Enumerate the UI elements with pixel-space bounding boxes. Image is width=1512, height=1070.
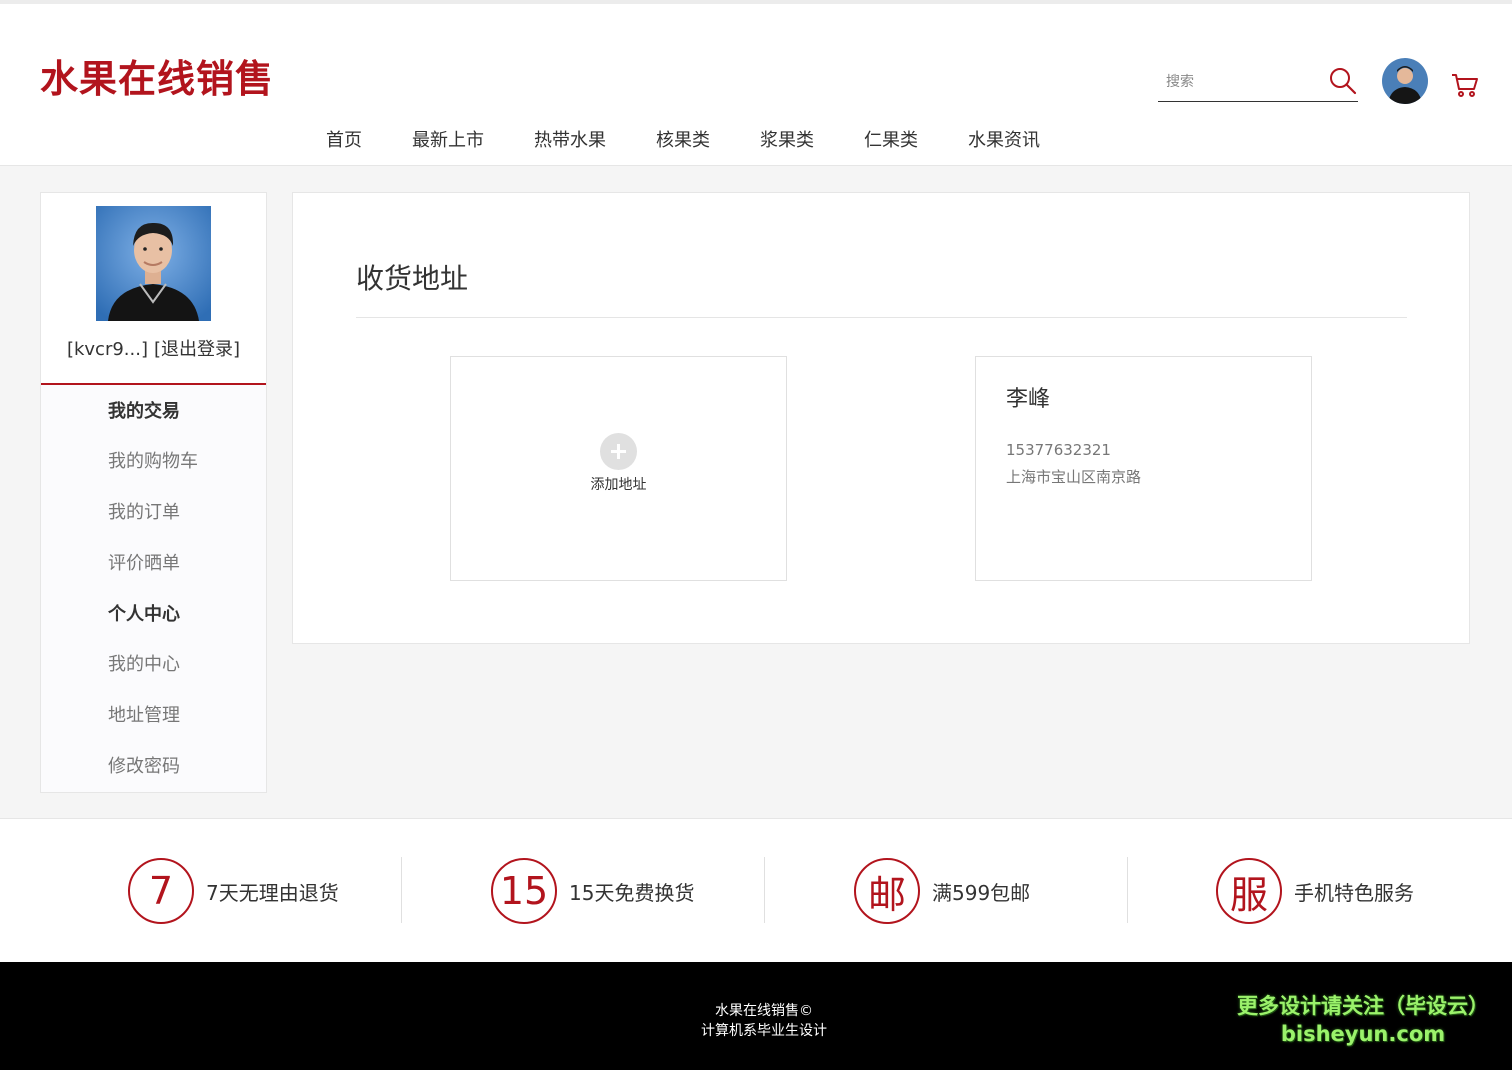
profile-card: [kvcr9...] [退出登录] (41, 193, 266, 385)
nav-berries[interactable]: 浆果类 (760, 126, 814, 152)
service-text: 7天无理由退货 (206, 880, 339, 905)
nav-pome[interactable]: 仁果类 (864, 126, 918, 152)
watermark: 更多设计请关注（毕设云） bisheyun.com (1228, 992, 1498, 1048)
service-text: 手机特色服务 (1294, 880, 1414, 905)
service-mobile: 服 手机特色服务 (1216, 857, 1414, 925)
header: 水果在线销售 首页 最新上市 热带水果 核果类 浆果类 仁果类 水果资讯 (0, 0, 1512, 166)
page-title: 收货地址 (356, 262, 469, 295)
user-avatar[interactable] (1382, 58, 1428, 104)
address-panel: 收货地址 添加地址 李峰 15377632321 上海市宝山区南京路 (292, 192, 1470, 644)
add-address-label: 添加地址 (590, 477, 647, 493)
mail-icon: 邮 (854, 858, 920, 924)
recipient-phone: 15377632321 (1006, 441, 1111, 459)
address-card[interactable]: 李峰 15377632321 上海市宝山区南京路 (975, 356, 1312, 581)
service-shipping: 邮 满599包邮 (854, 857, 1030, 925)
sidebar-item-orders[interactable]: 我的订单 (108, 499, 198, 550)
footer: 水果在线销售© 计算机系毕业生设计 更多设计请关注（毕设云） bisheyun.… (0, 962, 1512, 1070)
service-divider (1127, 857, 1128, 923)
nav-news[interactable]: 水果资讯 (968, 126, 1040, 152)
service-divider (764, 857, 765, 923)
search-icon[interactable] (1328, 66, 1358, 96)
plus-icon (600, 433, 637, 470)
search-input[interactable] (1166, 70, 1316, 94)
cart-icon[interactable] (1450, 70, 1480, 100)
nav-new-arrivals[interactable]: 最新上市 (412, 126, 484, 152)
username: [kvcr9...] (66, 339, 148, 360)
exchange-15day-icon: 15 (491, 858, 557, 924)
recipient-address: 上海市宝山区南京路 (1006, 468, 1142, 486)
nav-home[interactable]: 首页 (326, 126, 362, 152)
watermark-line2: bisheyun.com (1280, 1022, 1446, 1046)
profile-photo (96, 206, 211, 321)
service-exchange: 15 15天免费换货 (491, 857, 694, 925)
main-nav: 首页 最新上市 热带水果 核果类 浆果类 仁果类 水果资讯 (326, 126, 1090, 152)
sidebar-item-center[interactable]: 我的中心 (108, 651, 198, 702)
sidebar-item-cart[interactable]: 我的购物车 (108, 448, 198, 499)
watermark-line1: 更多设计请关注（毕设云） (1237, 994, 1489, 1018)
service-text: 满599包邮 (932, 880, 1031, 905)
recipient-name: 李峰 (1006, 387, 1051, 412)
menu-group-personal: 个人中心 (108, 604, 180, 625)
user-line: [kvcr9...] [退出登录] (41, 335, 266, 361)
title-divider (356, 317, 1407, 318)
sidebar-item-address[interactable]: 地址管理 (108, 702, 198, 753)
sidebar-menu: 我的交易 我的购物车 我的订单 评价晒单 个人中心 我的中心 地址管理 修改密码 (108, 398, 198, 804)
profile-photo-image (96, 206, 211, 321)
search-box (1158, 62, 1358, 102)
service-bar: 7 7天无理由退货 15 15天免费换货 邮 满599包邮 服 手机特色服务 (0, 818, 1512, 962)
avatar-image (1382, 58, 1428, 104)
sidebar: [kvcr9...] [退出登录] 我的交易 我的购物车 我的订单 评价晒单 个人… (40, 192, 267, 793)
sidebar-item-reviews[interactable]: 评价晒单 (108, 550, 198, 601)
service-text: 15天免费换货 (569, 880, 695, 905)
nav-stone-fruit[interactable]: 核果类 (656, 126, 710, 152)
site-logo[interactable]: 水果在线销售 (40, 48, 274, 103)
service-return: 7 7天无理由退货 (128, 857, 339, 925)
service-icon: 服 (1216, 858, 1282, 924)
return-7day-icon: 7 (128, 858, 194, 924)
add-address-card[interactable]: 添加地址 (450, 356, 787, 581)
menu-group-trade: 我的交易 (108, 401, 180, 422)
sidebar-item-password[interactable]: 修改密码 (108, 753, 198, 804)
logout-link[interactable]: [退出登录] (154, 339, 240, 360)
nav-tropical[interactable]: 热带水果 (534, 126, 606, 152)
service-divider (401, 857, 402, 923)
